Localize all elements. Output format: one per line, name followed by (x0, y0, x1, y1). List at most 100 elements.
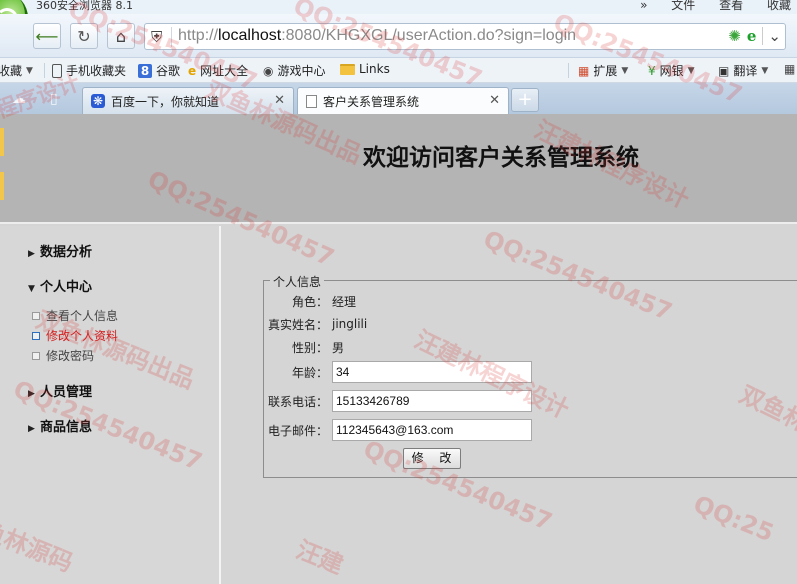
folder-icon (340, 63, 355, 75)
sidebar-item-change-password[interactable]: 修改密码 (32, 347, 94, 364)
sidebar-item-view-profile[interactable]: 查看个人信息 (32, 307, 118, 324)
menu-item-favorites[interactable]: 收藏 (767, 0, 791, 12)
new-tab-button[interactable]: + (511, 88, 539, 112)
home-icon: ⌂ (115, 26, 127, 46)
browser-window: 360安全浏览器 8.1 » 文件 查看 收藏 ⟵ ↻ ⌂ ⛨ http://l… (0, 0, 797, 584)
triangle-right-icon: ▶ (28, 389, 35, 399)
top-menu: » 文件 查看 收藏 (620, 0, 791, 13)
form-row-email: 电子邮件： (268, 419, 532, 441)
toolbar-translate[interactable]: ▣ 翻译 ▼ (718, 62, 768, 79)
realname-label: 真实姓名： (268, 317, 329, 332)
translate-icon: ▣ (718, 63, 730, 78)
fieldset-legend: 个人信息 (270, 273, 325, 290)
phone-icon (52, 63, 62, 78)
address-separator (171, 27, 172, 47)
realname-value: jinglili (332, 317, 368, 331)
chevron-down-icon[interactable]: ⌄ (762, 27, 781, 45)
close-icon[interactable]: ✕ (274, 93, 285, 108)
paw-icon: ❋ (91, 94, 105, 108)
bookmark-hao123[interactable]: e 网址大全 (188, 62, 248, 79)
refresh-button[interactable]: ↻ (70, 23, 98, 49)
page-header: 欢迎访问客户关系管理系统 (0, 114, 797, 224)
submit-button[interactable]: 修 改 (403, 448, 461, 469)
address-icons: ✺ e ⌄ (722, 27, 781, 45)
app-title: 360安全浏览器 8.1 (36, 0, 133, 12)
url-host: localhost (218, 27, 282, 44)
grid-icon: ▦ (578, 63, 590, 78)
sidebar-section-products[interactable]: ▶ 商品信息 (28, 416, 92, 435)
bullet-icon (32, 331, 40, 340)
caret-down-icon: ▼ (26, 65, 33, 76)
menu-expand-icon[interactable]: » (640, 0, 647, 12)
separator (568, 63, 569, 78)
menu-item-view[interactable]: 查看 (719, 0, 743, 12)
bookmarks-bar: 收藏 ▼ 手机收藏夹 8 谷歌 e 网址大全 ◉ 游戏中心 Links ▦ 扩展 ▼ ¥ 网银… (0, 58, 797, 83)
triangle-right-icon: ▶ (28, 249, 35, 259)
profile-fieldset: 个人信息 角色： 经理 真实姓名： jinglili 性别： 男 年龄： 34 … (263, 273, 797, 478)
triangle-down-icon: ▼ (28, 284, 35, 294)
url-prefix: http:// (178, 27, 219, 44)
page-title: 欢迎访问客户关系管理系统 (363, 145, 639, 171)
sidebar-section-analytics[interactable]: ▶ 数据分析 (28, 241, 92, 260)
form-row-age: 年龄： (268, 361, 532, 383)
form-row-role: 角色： 经理 (268, 291, 356, 311)
role-label: 角色： (291, 294, 328, 309)
tab-crm[interactable]: 客户关系管理系统 ✕ (297, 87, 509, 115)
mobile-icon[interactable]: ▯ (50, 91, 58, 107)
gamepad-icon: ◉ (263, 63, 274, 78)
age-input[interactable] (332, 361, 532, 383)
home-button[interactable]: ⌂ (107, 23, 135, 49)
triangle-right-icon: ▶ (28, 424, 35, 434)
age-label: 年龄： (291, 365, 328, 380)
google-icon: 8 (138, 63, 152, 78)
toolbar-bank[interactable]: ¥ 网银 ▼ (648, 62, 695, 79)
close-icon[interactable]: ✕ (489, 93, 500, 108)
sidebar: ▶ 数据分析 ▼ 个人中心 查看个人信息 修改个人资料 修改密码 ▶ 人员管理 ▶ 商品… (0, 226, 221, 584)
email-label: 电子邮件： (268, 423, 329, 438)
address-bar[interactable]: ⛨ http://localhost:8080/KHGXGL/userActio… (144, 23, 786, 50)
role-value: 经理 (332, 294, 357, 309)
toolbar-extensions[interactable]: ▦ 扩展 ▼ (578, 62, 628, 79)
bookmark-favorites[interactable]: 收藏 ▼ (0, 62, 33, 79)
bookmark-games[interactable]: ◉ 游戏中心 (263, 62, 326, 79)
web-page: 欢迎访问客户关系管理系统 ▶ 数据分析 ▼ 个人中心 查看个人信息 修改个人资料 修… (0, 114, 797, 584)
bookmark-mobile[interactable]: 手机收藏夹 (52, 62, 126, 79)
bullet-icon (32, 311, 40, 320)
left-edge-marker (0, 172, 4, 200)
form-row-realname: 真实姓名： jinglili (268, 314, 367, 334)
loading-icon: ✺ (728, 27, 741, 45)
gender-label: 性别： (291, 340, 328, 355)
navigation-bar: ⟵ ↻ ⌂ ⛨ http://localhost:8080/KHGXGL/use… (0, 14, 797, 58)
email-input[interactable] (332, 419, 532, 441)
caret-down-icon: ▼ (687, 65, 695, 76)
ie-icon: e (188, 63, 197, 78)
bookmark-google[interactable]: 8 谷歌 (138, 62, 180, 79)
refresh-icon: ↻ (77, 26, 91, 46)
form-row-gender: 性别： 男 (268, 337, 344, 357)
sidebar-item-edit-profile[interactable]: 修改个人资料 (32, 327, 118, 344)
gender-value: 男 (332, 340, 345, 355)
bullet-icon (32, 351, 40, 360)
url-path: :8080/KHGXGL/userAction.do?sign=login (281, 27, 577, 44)
caret-down-icon: ▼ (761, 65, 769, 76)
main-content: 个人信息 角色： 经理 真实姓名： jinglili 性别： 男 年龄： 34 … (223, 226, 797, 584)
bookmark-links[interactable]: Links (340, 62, 390, 76)
url-text[interactable]: http://localhost:8080/KHGXGL/userAction.… (178, 27, 576, 45)
bank-icon: ¥ (648, 63, 656, 78)
title-bar: 360安全浏览器 8.1 » 文件 查看 收藏 (0, 0, 797, 42)
tab-bar: ☁ ▯ ❋ 百度一下，你就知道 ✕ 客户关系管理系统 ✕ + (0, 83, 797, 115)
back-button[interactable]: ⟵ (33, 23, 61, 49)
sidebar-section-staff[interactable]: ▶ 人员管理 (28, 381, 92, 400)
left-edge-marker (0, 128, 4, 156)
back-arrow-icon: ⟵ (35, 26, 59, 46)
ie-mode-icon[interactable]: e (747, 27, 757, 45)
menu-item-file[interactable]: 文件 (671, 0, 695, 12)
tab-baidu[interactable]: ❋ 百度一下，你就知道 ✕ (82, 87, 294, 114)
cloud-icon[interactable]: ☁ (12, 91, 26, 107)
more-bookmarks-icon[interactable]: ▦ (784, 62, 795, 76)
sidebar-section-personal[interactable]: ▼ 个人中心 (28, 276, 92, 295)
page-icon (306, 95, 317, 108)
phone-input[interactable] (332, 390, 532, 412)
form-row-phone: 联系电话： (268, 390, 532, 412)
caret-down-icon: ▼ (621, 65, 629, 76)
